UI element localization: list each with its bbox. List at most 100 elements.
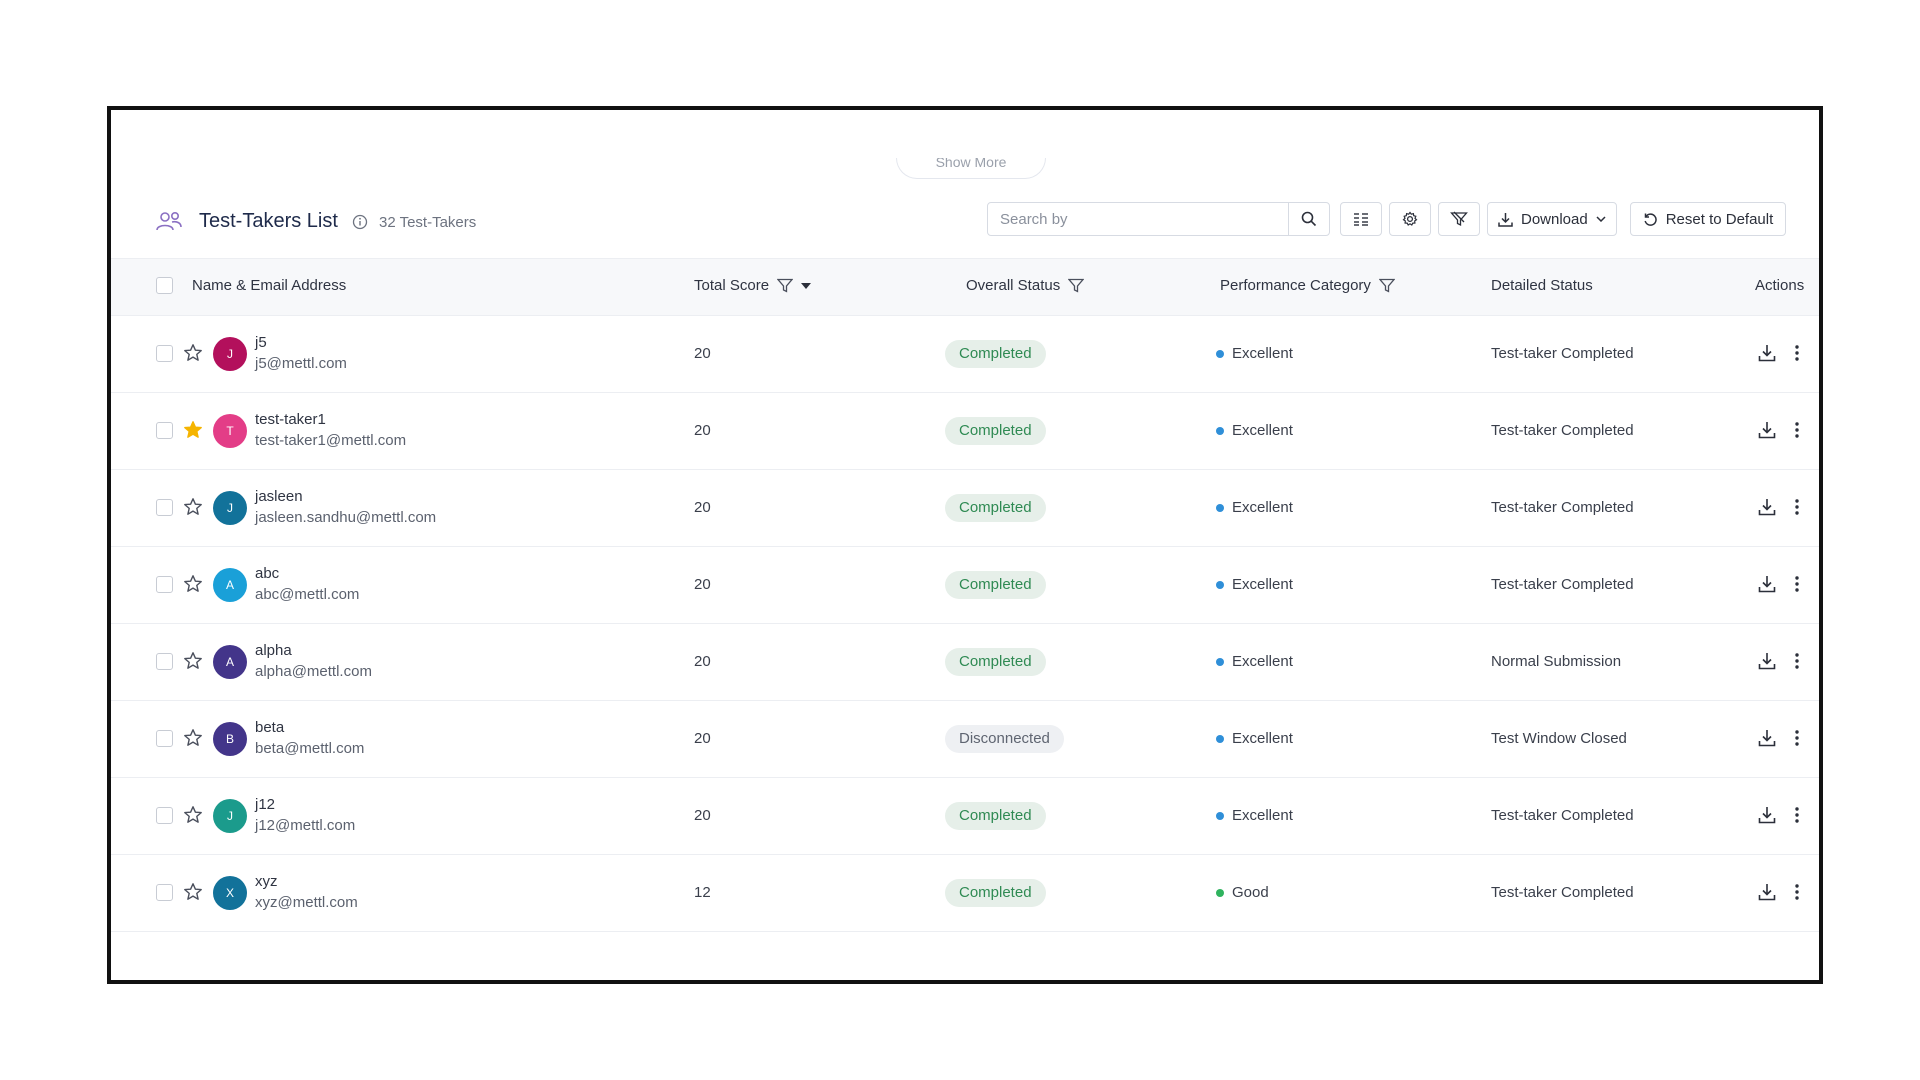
row-checkbox[interactable]: [156, 653, 173, 670]
reset-to-default-button[interactable]: Reset to Default: [1630, 202, 1786, 236]
col-actions: Actions: [1755, 277, 1805, 294]
table-row[interactable]: Aabc abc@mettl.com 20 Completed Excellent Tes…: [111, 547, 1819, 624]
test-taker-count: 32 Test-Takers: [379, 214, 477, 231]
select-all-cell: [156, 277, 173, 294]
col-name-email: Name & Email Address: [192, 277, 347, 294]
performance-dot: [1216, 349, 1224, 358]
clear-filter-button[interactable]: [1438, 202, 1480, 236]
star-icon[interactable]: [183, 805, 203, 825]
performance-label: Excellent: [1232, 422, 1293, 439]
star-icon[interactable]: [183, 882, 203, 902]
more-options-icon[interactable]: [1789, 650, 1805, 672]
col-total-score-label: Total Score: [694, 277, 770, 294]
performance-dot: [1216, 426, 1224, 435]
avatar: J: [213, 337, 247, 371]
sort-down-icon[interactable]: [801, 282, 812, 289]
performance-dot: [1216, 580, 1224, 589]
performance-label: Excellent: [1232, 653, 1293, 670]
table-header: Name & Email Address Total Score Overall…: [111, 258, 1819, 316]
col-detailed-status: Detailed Status: [1491, 277, 1593, 294]
test-taker-name[interactable]: jasleen: [255, 488, 303, 505]
row-checkbox[interactable]: [156, 345, 173, 362]
table-row[interactable]: Bbeta beta@mettl.com 20 Disconnected Excelle…: [111, 701, 1819, 778]
search-box: [987, 202, 1330, 236]
reset-label: Reset to Default: [1665, 210, 1774, 228]
more-options-icon[interactable]: [1789, 727, 1805, 749]
more-options-icon[interactable]: [1789, 419, 1805, 441]
more-options-icon[interactable]: [1789, 881, 1805, 903]
table-row[interactable]: Jjasleen jasleen.sandhu@mettl.com 20 Comple…: [111, 470, 1819, 547]
show-more-toggle[interactable]: Show More: [896, 158, 1046, 179]
table-row[interactable]: Aalpha alpha@mettl.com 20 Completed Excellen…: [111, 624, 1819, 701]
table-row[interactable]: Xxyz xyz@mettl.com 12 Completed Good Test-tak…: [111, 855, 1819, 932]
test-taker-name[interactable]: test-taker1: [255, 411, 326, 428]
more-options-icon[interactable]: [1789, 804, 1805, 826]
download-icon[interactable]: [1756, 650, 1778, 672]
avatar: A: [213, 645, 247, 679]
table-row[interactable]: Jj12 j12@mettl.com 20 Completed Excellent Tes…: [111, 778, 1819, 855]
download-icon[interactable]: [1756, 496, 1778, 518]
star-icon[interactable]: [183, 497, 203, 517]
download-icon[interactable]: [1756, 804, 1778, 826]
row-checkbox[interactable]: [156, 499, 173, 516]
row-checkbox[interactable]: [156, 422, 173, 439]
test-taker-name[interactable]: j5: [255, 334, 267, 351]
download-icon[interactable]: [1756, 727, 1778, 749]
download-icon[interactable]: [1756, 419, 1778, 441]
star-icon[interactable]: [183, 343, 203, 363]
performance-label: Excellent: [1232, 576, 1293, 593]
row-checkbox[interactable]: [156, 884, 173, 901]
chevron-down-icon: [1596, 216, 1606, 222]
star-icon[interactable]: [183, 574, 203, 594]
row-checkbox[interactable]: [156, 807, 173, 824]
avatar: B: [213, 722, 247, 756]
performance-dot: [1216, 811, 1224, 820]
download-label: Download: [1521, 210, 1588, 228]
total-score: 20: [694, 345, 711, 362]
settings-button[interactable]: [1389, 202, 1431, 236]
test-taker-name[interactable]: beta: [255, 719, 284, 736]
columns-button[interactable]: [1340, 202, 1382, 236]
test-taker-name[interactable]: j12: [255, 796, 275, 813]
more-options-icon[interactable]: [1789, 496, 1805, 518]
detailed-status: Normal Submission: [1491, 653, 1622, 670]
test-taker-email: j5@mettl.com: [255, 355, 347, 372]
download-icon[interactable]: [1756, 342, 1778, 364]
performance-label: Excellent: [1232, 345, 1293, 362]
row-checkbox[interactable]: [156, 730, 173, 747]
info-icon[interactable]: [352, 214, 368, 230]
total-score: 12: [694, 884, 711, 901]
test-taker-email: abc@mettl.com: [255, 586, 360, 603]
test-taker-name[interactable]: abc: [255, 565, 279, 582]
test-taker-name[interactable]: xyz: [255, 873, 278, 890]
star-icon[interactable]: [183, 651, 203, 671]
people-icon: [156, 211, 182, 231]
row-checkbox[interactable]: [156, 576, 173, 593]
reset-icon: [1644, 212, 1657, 226]
more-options-icon[interactable]: [1789, 573, 1805, 595]
performance-dot: [1216, 503, 1224, 512]
test-taker-name[interactable]: alpha: [255, 642, 292, 659]
table-row[interactable]: Jj5 j5@mettl.com 20 Completed Excellent Test-…: [111, 316, 1819, 393]
star-icon[interactable]: [183, 420, 203, 440]
detailed-status: Test-taker Completed: [1491, 884, 1634, 901]
download-button[interactable]: Download: [1487, 202, 1617, 236]
filter-icon[interactable]: [1068, 278, 1085, 293]
performance-category: Good: [1216, 884, 1269, 901]
search-button[interactable]: [1288, 203, 1329, 235]
search-input[interactable]: [988, 203, 1288, 235]
star-icon[interactable]: [183, 728, 203, 748]
performance-label: Excellent: [1232, 730, 1293, 747]
test-taker-email: test-taker1@mettl.com: [255, 432, 407, 449]
total-score: 20: [694, 807, 711, 824]
table-row[interactable]: Ttest-taker1 test-taker1@mettl.com 20 Compl…: [111, 393, 1819, 470]
status-badge: Completed: [945, 417, 1046, 445]
search-icon: [1301, 211, 1317, 227]
download-icon[interactable]: [1756, 881, 1778, 903]
select-all-checkbox[interactable]: [156, 277, 173, 294]
filter-icon[interactable]: [1378, 278, 1395, 293]
download-icon[interactable]: [1756, 573, 1778, 595]
more-options-icon[interactable]: [1789, 342, 1805, 364]
filter-icon[interactable]: [777, 278, 794, 293]
status-badge: Completed: [945, 802, 1046, 830]
